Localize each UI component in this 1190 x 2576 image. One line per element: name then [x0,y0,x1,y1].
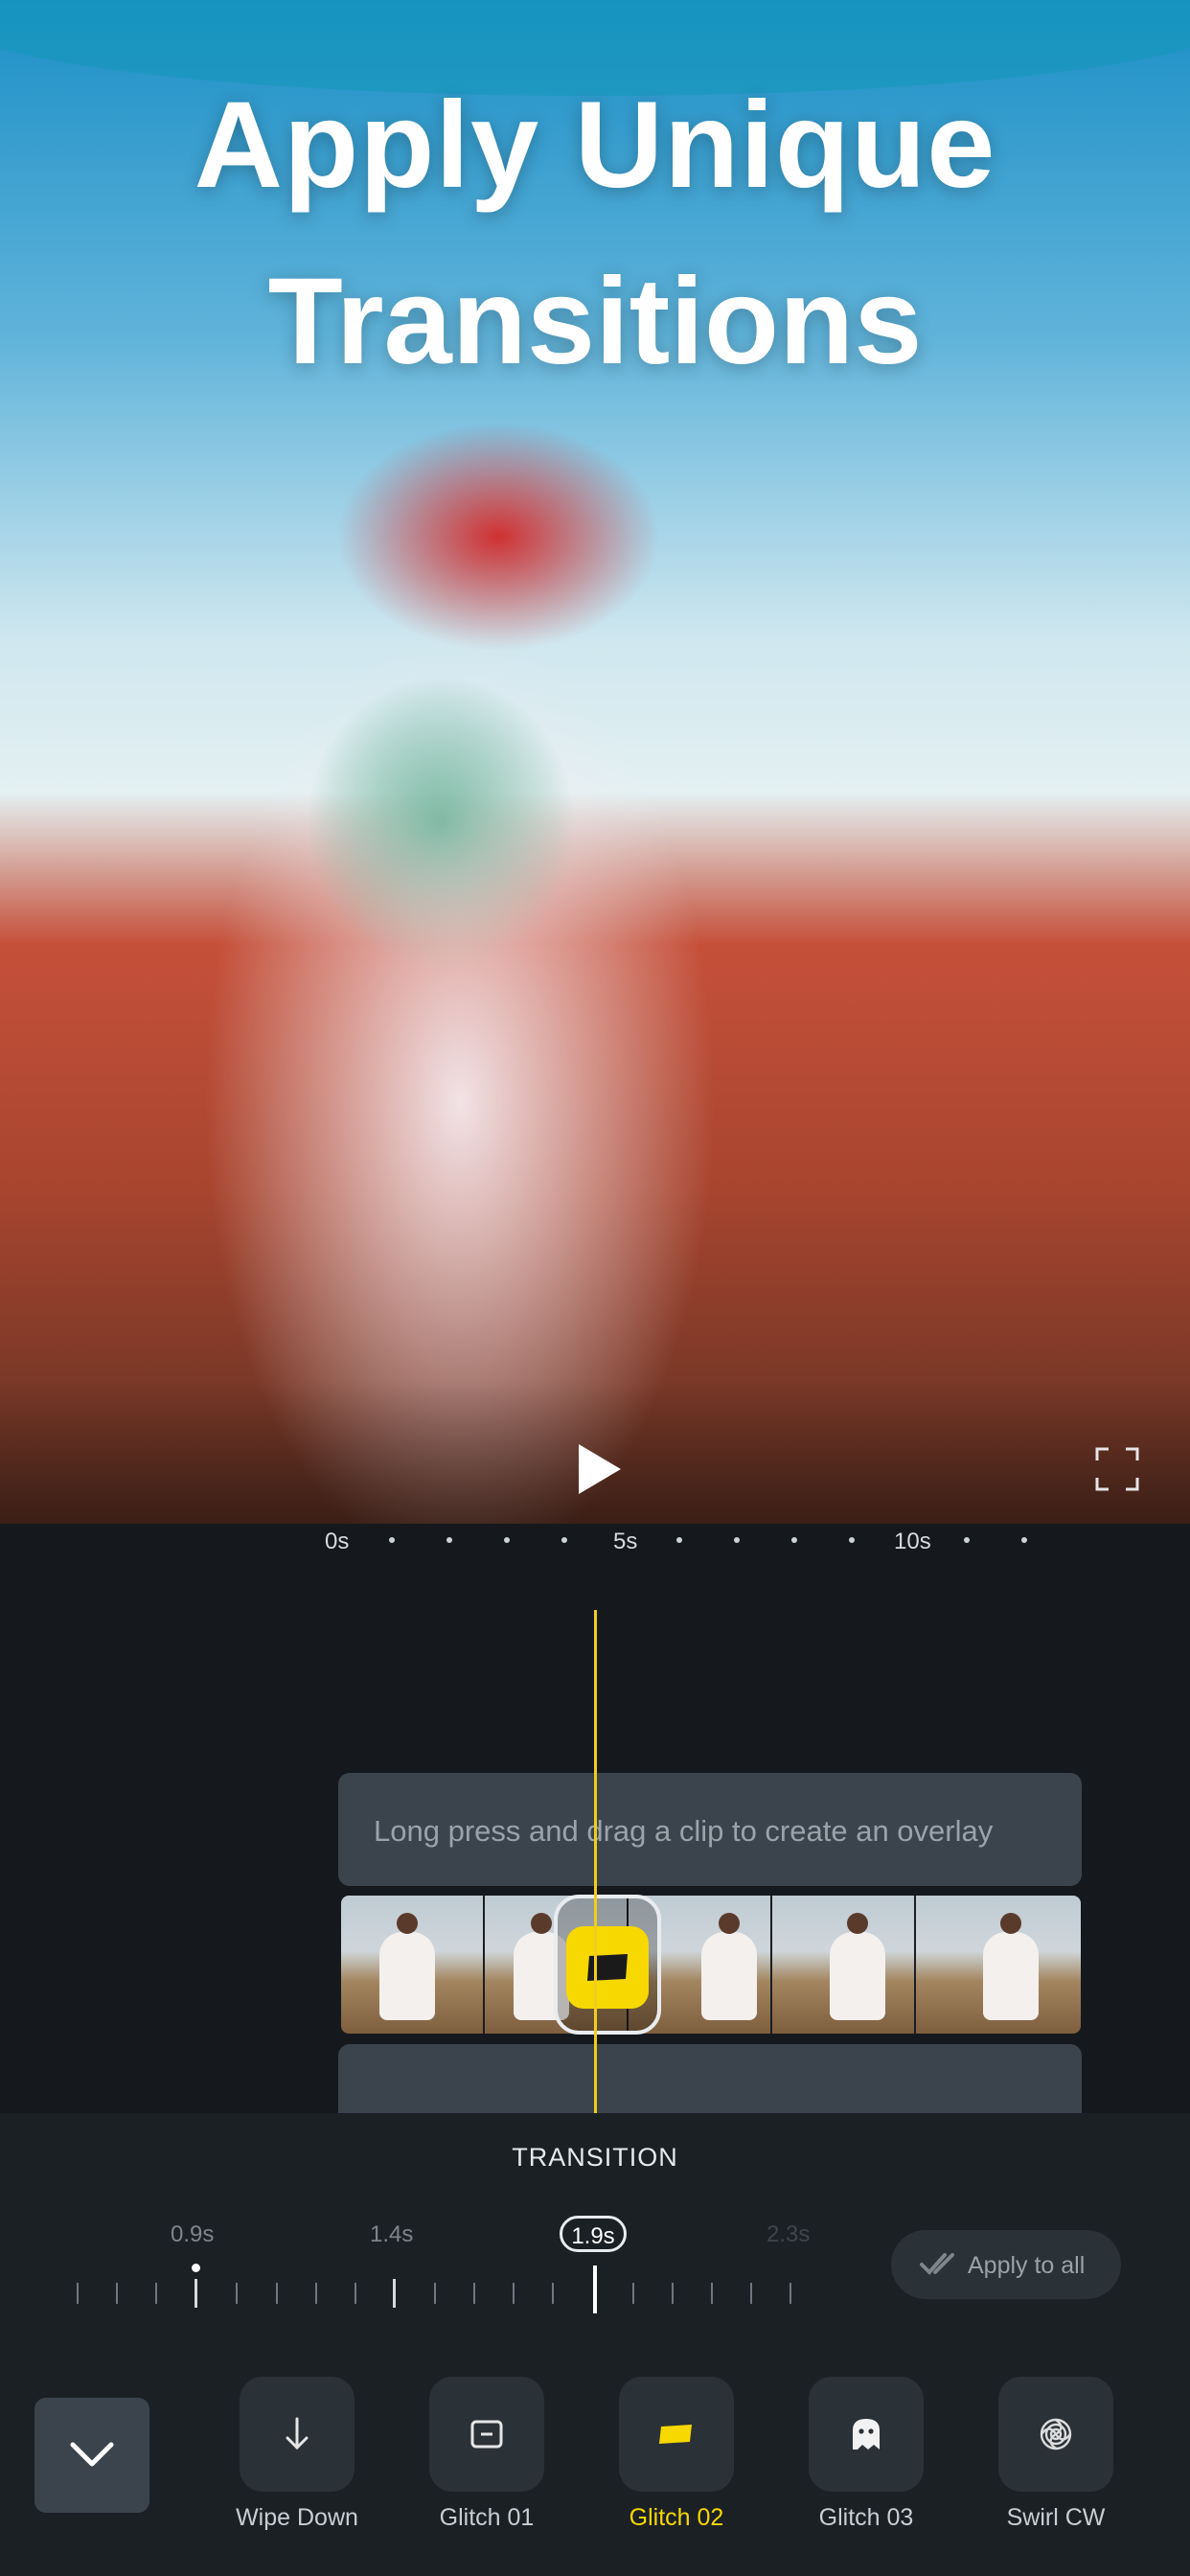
time-ruler[interactable] [0,1524,1190,1562]
slider-tick [473,2283,475,2304]
ruler-dot [389,1537,395,1543]
transition-label: Glitch 03 [818,2504,914,2531]
slider-tick [711,2283,713,2304]
ruler-dot [734,1537,740,1543]
slider-tick [315,2283,317,2304]
headline-line-1: Apply Unique [194,77,996,214]
transition-title: TRANSITION [512,2143,678,2172]
slider-tick [552,2283,554,2304]
ruler-dot [504,1537,510,1543]
glitch-02-icon [659,2425,692,2444]
apply-to-all-label: Apply to all [968,2252,1086,2279]
glitch-02-icon [587,1954,628,1981]
overlay-hint-text: Long press and drag a clip to create an … [374,1814,994,1848]
slider-tick [77,2283,79,2304]
ruler-dot [791,1537,797,1543]
slider-tick [750,2283,752,2304]
slider-default-marker [192,2264,200,2272]
ruler-label-5s: 5s [613,1529,638,1554]
double-check-icon [920,2253,954,2275]
selected-duration-badge: 1.9s [560,2216,627,2252]
slider-tick [513,2283,515,2304]
ruler-dot [964,1537,970,1543]
video-preview[interactable] [0,0,1190,1524]
ruler-dot [849,1537,855,1543]
slider-tick [155,2283,157,2304]
ruler-dot [1021,1537,1027,1543]
ruler-label-10s: 10s [894,1529,931,1554]
transition-label: Glitch 01 [439,2504,535,2531]
duration-slider-thumb[interactable] [593,2266,597,2313]
slider-tick [116,2283,118,2304]
transition-label: Glitch 02 [629,2504,724,2531]
slider-tick [276,2283,278,2304]
arrow-down-icon [286,2417,309,2450]
duration-label: 1.4s [370,2221,414,2247]
clip-thumbnail [916,1896,1058,2034]
slider-tick [434,2283,436,2304]
duration-label: 2.3s [767,2221,811,2247]
glitch-01-icon [470,2420,503,2449]
video-clip-strip[interactable] [341,1896,1081,2034]
slider-tick [195,2279,197,2308]
ruler-dot [561,1537,567,1543]
slider-tick [632,2283,634,2304]
ruler-dot [676,1537,682,1543]
chevron-down-icon [70,2442,114,2467]
ruler-label-0s: 0s [325,1529,350,1554]
slider-tick [672,2283,674,2304]
ghost-icon [853,2419,880,2450]
ruler-dot [446,1537,452,1543]
swirl-icon [1040,2418,1072,2450]
transition-label: Swirl CW [1006,2504,1106,2531]
slider-tick [790,2283,791,2304]
slider-tick [355,2283,356,2304]
clip-thumbnail [341,1896,485,2034]
transition-label: Wipe Down [236,2504,358,2531]
duration-label: 0.9s [171,2221,215,2247]
headline-line-2: Transitions [267,253,923,390]
play-icon[interactable] [575,1442,623,1496]
audio-track[interactable] [338,2044,1082,2113]
slider-tick [393,2279,396,2308]
clip-thumbnail [772,1896,916,2034]
playhead[interactable] [594,1610,597,2113]
fullscreen-icon[interactable] [1095,1447,1139,1491]
slider-tick [236,2283,238,2304]
